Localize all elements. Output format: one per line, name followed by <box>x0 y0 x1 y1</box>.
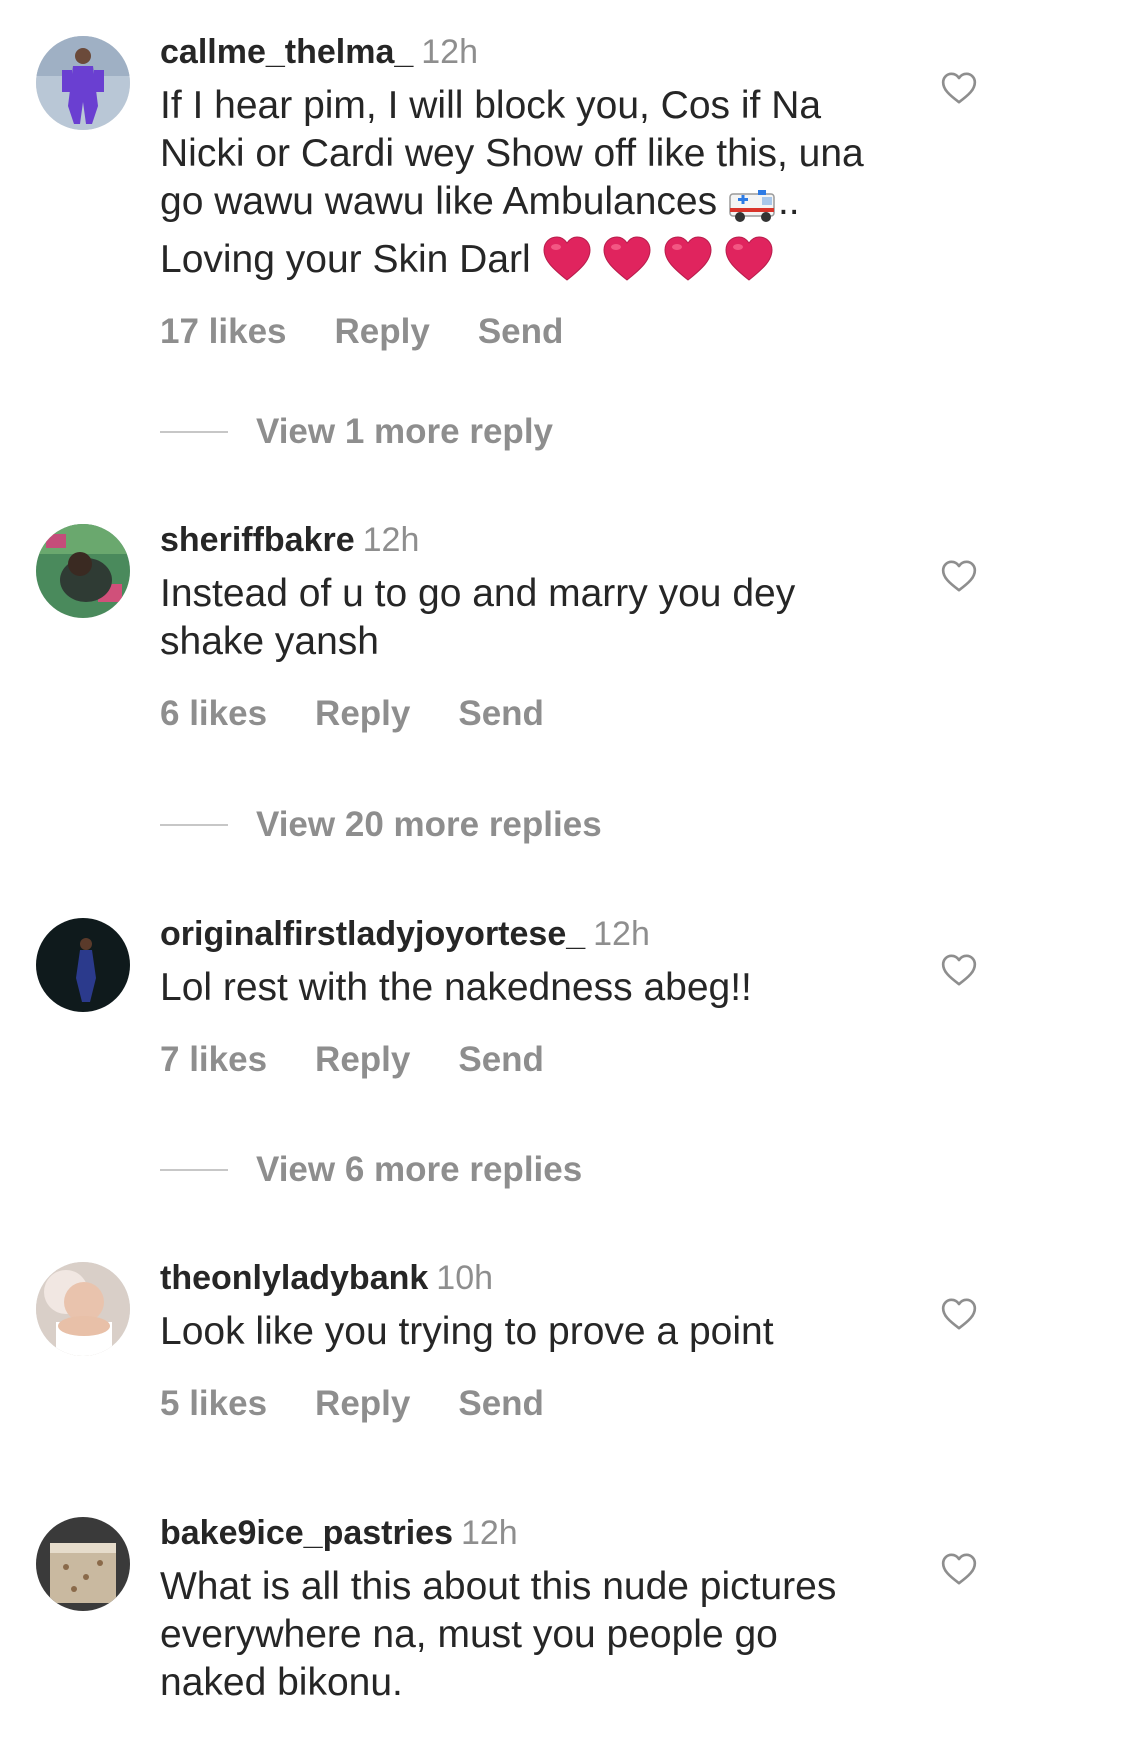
divider <box>160 430 228 433</box>
reply-button[interactable]: Reply <box>335 312 430 351</box>
comment-header: originalfirstladyjoyortese_ 12h <box>160 912 975 956</box>
comment-header: callme_thelma_ 12h <box>160 30 975 74</box>
view-more-replies[interactable]: View 20 more replies <box>160 803 602 847</box>
divider <box>160 823 228 826</box>
avatar[interactable] <box>36 524 130 618</box>
comment-actions: 6 likes Reply Send <box>160 692 975 736</box>
likes-count[interactable]: 6 likes <box>160 694 267 733</box>
comment-text-line: Look like you trying to prove a point <box>160 1310 774 1353</box>
ambulance-emoji <box>728 184 778 236</box>
timestamp: 10h <box>436 1259 494 1297</box>
heart-outline-icon[interactable] <box>939 1549 979 1589</box>
avatar[interactable] <box>36 1517 130 1611</box>
red-heart-emoji <box>664 236 712 281</box>
comment-text-line: Loving your Skin Darl <box>160 236 975 284</box>
comment-header: bake9ice_pastries 12h <box>160 1511 975 1555</box>
timestamp: 12h <box>460 1514 518 1552</box>
send-button[interactable]: Send <box>458 1040 544 1079</box>
comment-text: What is all this about this nude picture… <box>160 1563 975 1707</box>
comment-text-line-3: go wawu wawu like Ambulances .. <box>160 178 975 236</box>
username[interactable]: callme_thelma_ <box>160 33 413 71</box>
send-button[interactable]: Send <box>458 694 544 733</box>
comment-text-line: everywhere na, must you people go <box>160 1613 778 1656</box>
comment-text-line: Nicki or Cardi wey Show off like this, u… <box>160 132 864 175</box>
red-heart-emoji <box>603 236 651 281</box>
red-heart-emoji-group <box>542 236 775 281</box>
comment-actions: 5 likes Reply Send <box>160 1382 975 1426</box>
comment-text-line: shake yansh <box>160 620 379 663</box>
comment-header: theonlyladybank 10h <box>160 1256 975 1300</box>
username[interactable]: originalfirstladyjoyortese_ <box>160 915 585 953</box>
view-more-replies[interactable]: View 1 more reply <box>160 410 553 454</box>
comment-text-line: What is all this about this nude picture… <box>160 1565 837 1608</box>
send-button[interactable]: Send <box>458 1384 544 1423</box>
reply-button[interactable]: Reply <box>315 1040 410 1079</box>
comment-text-line: Instead of u to go and marry you dey <box>160 572 796 615</box>
avatar[interactable] <box>36 918 130 1012</box>
red-heart-emoji <box>543 236 591 281</box>
comment-actions: 17 likes Reply Send <box>160 310 975 354</box>
comment-text-line: If I hear pim, I will block you, Cos if … <box>160 84 822 127</box>
likes-count[interactable]: 5 likes <box>160 1384 267 1423</box>
send-button[interactable]: Send <box>478 312 564 351</box>
comment-text-line: Lol rest with the nakedness abeg!! <box>160 966 752 1009</box>
heart-outline-icon[interactable] <box>939 68 979 108</box>
username[interactable]: bake9ice_pastries <box>160 1514 453 1552</box>
comment-text-line: naked bikonu. <box>160 1661 403 1704</box>
comment-text: If I hear pim, I will block you, Cos if … <box>160 82 975 284</box>
view-more-replies[interactable]: View 6 more replies <box>160 1148 582 1192</box>
heart-outline-icon[interactable] <box>939 1294 979 1334</box>
reply-button[interactable]: Reply <box>315 694 410 733</box>
likes-count[interactable]: 7 likes <box>160 1040 267 1079</box>
timestamp: 12h <box>362 521 420 559</box>
comment-header: sheriffbakre 12h <box>160 518 975 562</box>
timestamp: 12h <box>593 915 650 953</box>
divider <box>160 1168 228 1171</box>
heart-outline-icon[interactable] <box>939 556 979 596</box>
comment-text: Lol rest with the nakedness abeg!! <box>160 964 975 1012</box>
comment-actions: 7 likes Reply Send <box>160 1038 975 1082</box>
red-heart-emoji <box>725 236 773 281</box>
timestamp: 12h <box>421 33 478 71</box>
avatar[interactable] <box>36 1262 130 1356</box>
reply-button[interactable]: Reply <box>315 1384 410 1423</box>
comment-text: Instead of u to go and marry you dey sha… <box>160 570 975 666</box>
username[interactable]: sheriffbakre <box>160 521 355 559</box>
avatar[interactable] <box>36 36 130 130</box>
username[interactable]: theonlyladybank <box>160 1259 428 1297</box>
likes-count[interactable]: 17 likes <box>160 312 287 351</box>
heart-outline-icon[interactable] <box>939 950 979 990</box>
comment-text: Look like you trying to prove a point <box>160 1308 975 1356</box>
